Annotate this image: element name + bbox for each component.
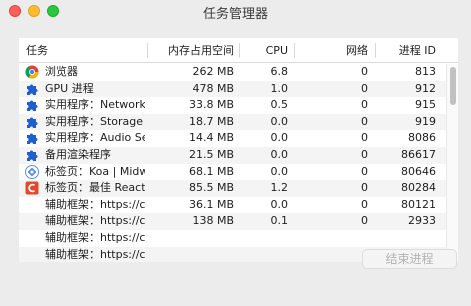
process-name: 标签页：最佳 React: [45, 181, 145, 195]
network-value: 0: [361, 81, 368, 95]
network-value: 0: [361, 148, 368, 161]
memory-value: 262 MB: [192, 65, 234, 78]
pid-value: 919: [415, 114, 436, 128]
memory-value: 478 MB: [192, 81, 234, 95]
network-value: 0: [361, 114, 368, 128]
pid-value: 912: [415, 81, 436, 95]
cpu-value: [234, 247, 288, 262]
table-body: 浏览器 262 MB 6.8 0 813 GPU 进程 478 MB 1.0 0 912 实用程序：…: [19, 64, 458, 262]
network-value: 0: [361, 131, 368, 145]
table-row[interactable]: GPU 进程 478 MB 1.0 0 912: [19, 80, 458, 98]
table-row[interactable]: 实用程序：Network 33.8 MB 0.5 0 915: [19, 97, 458, 114]
memory-value: 36.1 MB: [188, 197, 234, 211]
cpu-value: [234, 230, 288, 247]
table-row[interactable]: 标签页：最佳 React 85.5 MB 1.2 0 80284: [19, 180, 458, 197]
end-process-button[interactable]: 结束进程: [362, 249, 457, 269]
column-header-network[interactable]: 网络: [288, 38, 368, 63]
table-row[interactable]: 辅助框架：https://c 138 MB 0.1 0 2933: [19, 213, 458, 230]
column-header-task[interactable]: 任务: [26, 38, 48, 63]
network-value: 0: [361, 214, 368, 228]
puzzle-piece-icon: [25, 82, 39, 96]
cpu-value: 1.0: [270, 81, 289, 95]
process-name: 实用程序：Network: [45, 98, 145, 112]
cpu-value: 0.0: [270, 197, 289, 211]
memory-value: 18.7 MB: [188, 114, 234, 128]
process-name: GPU 进程: [45, 81, 94, 95]
process-name: 辅助框架：https://c: [45, 247, 145, 261]
table-row[interactable]: 实用程序：Storage 18.7 MB 0.0 0 919: [19, 113, 458, 131]
scrollbar-thumb[interactable]: [450, 67, 456, 105]
table-row[interactable]: 浏览器 262 MB 6.8 0 813: [19, 64, 458, 81]
table-row[interactable]: 标签页：Koa | Midw 68.1 MB 0.0 0 80646: [19, 164, 458, 181]
pid-value: [368, 230, 436, 247]
memory-value: [147, 247, 234, 262]
task-manager-window: 任务管理器 任务 内存占用空间 CPU 网络 进程 ID 浏览器 262 MB 6.…: [0, 0, 471, 306]
network-value: [288, 247, 368, 262]
puzzle-piece-icon: [25, 148, 39, 162]
column-header-cpu[interactable]: CPU: [234, 38, 288, 63]
memory-value: 21.5 MB: [188, 148, 234, 161]
cpu-value: 0.0: [270, 148, 289, 161]
cpu-value: 0.1: [270, 214, 289, 228]
table-row[interactable]: 辅助框架：https://c: [19, 230, 458, 247]
column-header-memory[interactable]: 内存占用空间: [147, 38, 234, 63]
puzzle-piece-icon: [25, 115, 39, 129]
process-name: 辅助框架：https://c: [45, 197, 145, 211]
pid-value: 813: [415, 65, 436, 78]
network-value: 0: [361, 65, 368, 78]
column-header-pid[interactable]: 进程 ID: [368, 38, 436, 63]
cpu-value: 6.8: [270, 65, 289, 78]
cpu-value: 1.2: [270, 181, 289, 195]
vertical-scrollbar[interactable]: [446, 64, 458, 262]
title-bar: 任务管理器: [0, 0, 471, 22]
table-row[interactable]: 辅助框架：https://c 36.1 MB 0.0 0 80121: [19, 197, 458, 214]
cpu-value: 0.0: [270, 114, 289, 128]
chrome-icon: [25, 65, 39, 79]
process-name: 实用程序：Storage: [45, 114, 144, 128]
pid-value: 80284: [401, 181, 436, 195]
memory-value: 138 MB: [192, 214, 234, 228]
puzzle-piece-icon: [25, 98, 39, 112]
memory-value: [147, 230, 234, 247]
cpu-value: 0.0: [270, 164, 289, 178]
network-value: 0: [361, 98, 368, 112]
pid-value: 915: [415, 98, 436, 112]
process-name: 标签页：Koa | Midw: [45, 164, 145, 178]
pid-value: 86617: [401, 148, 436, 161]
pid-value: 8086: [408, 131, 436, 145]
network-value: 0: [361, 181, 368, 195]
memory-value: 14.4 MB: [188, 131, 234, 145]
network-value: 0: [361, 197, 368, 211]
table-header: 任务 内存占用空间 CPU 网络 进程 ID: [19, 38, 458, 63]
memory-value: 85.5 MB: [188, 181, 234, 195]
table-row[interactable]: 实用程序：Audio Se 14.4 MB 0.0 0 8086: [19, 130, 458, 147]
process-table: 任务 内存占用空间 CPU 网络 进程 ID 浏览器 262 MB 6.8 0 813 G…: [19, 38, 458, 262]
pid-value: 2933: [408, 214, 436, 228]
process-name: 辅助框架：https://c: [45, 231, 145, 244]
process-name: 辅助框架：https://c: [45, 214, 145, 228]
react-site-icon: [25, 181, 39, 195]
process-name: 备用渲染程序: [45, 148, 111, 161]
pid-value: 80121: [401, 197, 436, 211]
cpu-value: 0.5: [270, 98, 289, 112]
process-name: 浏览器: [45, 65, 78, 78]
puzzle-piece-icon: [25, 131, 39, 145]
memory-value: 33.8 MB: [188, 98, 234, 112]
koa-site-icon: [25, 164, 39, 179]
pid-value: 80646: [401, 164, 436, 178]
process-name: 实用程序：Audio Se: [45, 131, 145, 145]
cpu-value: 0.0: [270, 131, 289, 145]
window-title: 任务管理器: [202, 7, 268, 22]
table-row[interactable]: 备用渲染程序 21.5 MB 0.0 0 86617: [19, 147, 458, 164]
network-value: [288, 230, 368, 247]
memory-value: 68.1 MB: [188, 164, 234, 178]
network-value: 0: [361, 164, 368, 178]
